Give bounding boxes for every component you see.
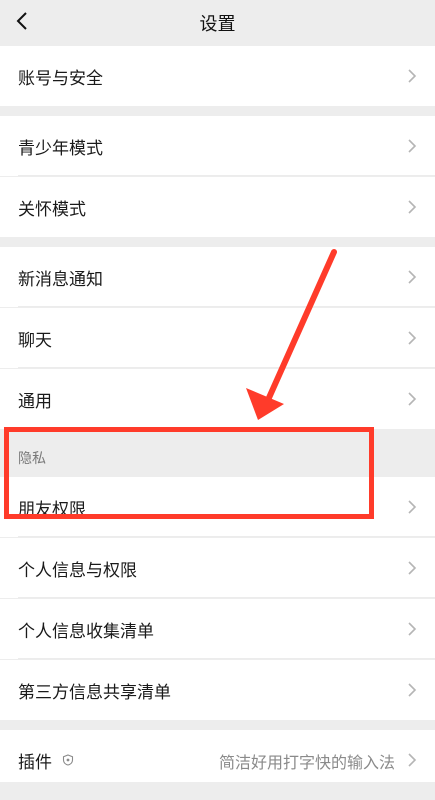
settings-item-plugins[interactable]: 插件 简洁好用打字快的输入法 xyxy=(0,730,435,790)
settings-item-general[interactable]: 通用 xyxy=(0,369,435,429)
divider xyxy=(18,658,435,659)
chevron-right-icon xyxy=(408,622,417,636)
item-label: 个人信息收集清单 xyxy=(18,622,154,642)
divider xyxy=(18,597,435,598)
settings-item-notifications[interactable]: 新消息通知 xyxy=(0,247,435,307)
settings-item-third-party-sharing[interactable]: 第三方信息共享清单 xyxy=(0,660,435,720)
settings-item-teen-mode[interactable]: 青少年模式 xyxy=(0,116,435,176)
chevron-right-icon xyxy=(408,753,417,767)
section-header-privacy: 隐私 xyxy=(0,431,435,477)
settings-item-personal-info-list[interactable]: 个人信息收集清单 xyxy=(0,599,435,659)
item-label: 关怀模式 xyxy=(18,200,86,220)
chevron-right-icon xyxy=(408,200,417,214)
settings-item-personal-info-permissions[interactable]: 个人信息与权限 xyxy=(0,538,435,598)
item-label: 聊天 xyxy=(18,331,52,351)
divider xyxy=(18,175,435,176)
item-label: 个人信息与权限 xyxy=(18,561,137,581)
chevron-right-icon xyxy=(408,683,417,697)
chevron-right-icon xyxy=(408,392,417,406)
divider xyxy=(18,306,435,307)
divider xyxy=(18,367,435,368)
section-header-label: 隐私 xyxy=(18,451,46,467)
chevron-right-icon xyxy=(408,561,417,575)
divider xyxy=(18,536,435,537)
item-label: 青少年模式 xyxy=(18,139,103,159)
item-label: 第三方信息共享清单 xyxy=(18,683,171,703)
chevron-right-icon xyxy=(408,69,417,83)
settings-item-account-security[interactable]: 账号与安全 xyxy=(0,46,435,106)
plugin-value: 简洁好用打字快的输入法 xyxy=(218,753,395,772)
nav-bar: 设置 xyxy=(0,0,435,44)
page-title: 设置 xyxy=(199,14,236,35)
item-label: 插件 xyxy=(18,753,52,773)
item-label: 朋友权限 xyxy=(18,500,86,520)
item-label: 账号与安全 xyxy=(18,69,103,89)
chevron-right-icon xyxy=(408,500,417,514)
settings-item-care-mode[interactable]: 关怀模式 xyxy=(0,177,435,237)
bottom-background xyxy=(0,782,435,800)
chevron-right-icon xyxy=(408,139,417,153)
shield-icon xyxy=(62,754,74,766)
settings-item-friend-permissions[interactable]: 朋友权限 xyxy=(0,477,435,537)
chevron-right-icon xyxy=(408,331,417,345)
settings-item-chat[interactable]: 聊天 xyxy=(0,308,435,368)
chevron-right-icon xyxy=(408,270,417,284)
item-label: 新消息通知 xyxy=(18,270,103,290)
item-label: 通用 xyxy=(18,392,52,412)
